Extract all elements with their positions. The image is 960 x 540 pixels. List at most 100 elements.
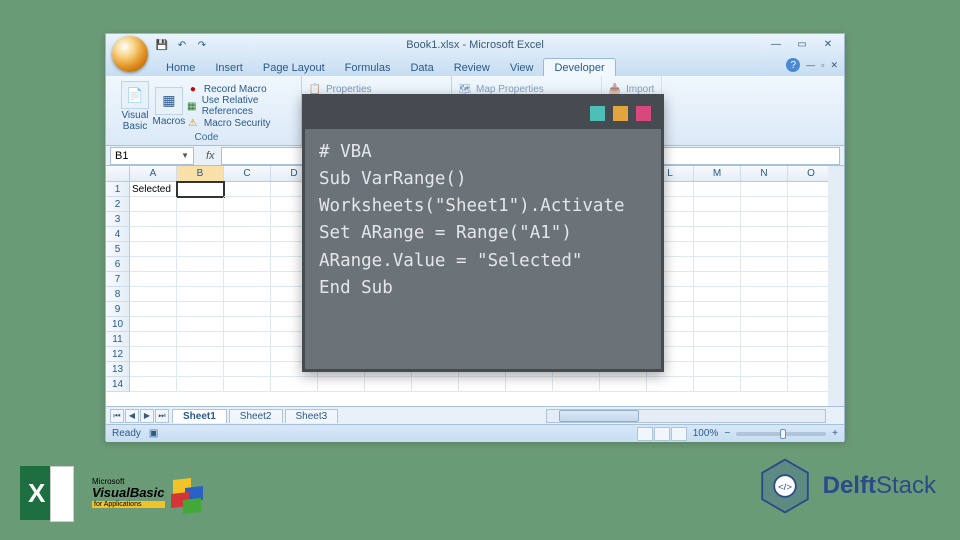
cell[interactable] [694, 302, 741, 317]
cell[interactable] [459, 377, 506, 392]
sheet-nav-next[interactable]: ▶ [140, 409, 154, 423]
fx-icon[interactable]: fx [206, 150, 215, 162]
row-header[interactable]: 14 [106, 377, 130, 392]
macros-button[interactable]: ▦ Macros [152, 79, 186, 132]
cell[interactable] [741, 197, 788, 212]
cell[interactable] [177, 257, 224, 272]
cell[interactable] [130, 362, 177, 377]
cell[interactable] [741, 302, 788, 317]
cell[interactable] [130, 257, 177, 272]
col-header-a[interactable]: A [130, 166, 177, 181]
cell[interactable] [694, 347, 741, 362]
cell[interactable] [130, 332, 177, 347]
cell[interactable] [177, 242, 224, 257]
cell[interactable] [224, 242, 271, 257]
cell[interactable] [600, 377, 647, 392]
undo-icon[interactable]: ↶ [174, 37, 190, 53]
cell[interactable] [271, 377, 318, 392]
zoom-thumb[interactable] [780, 429, 786, 439]
cell[interactable] [224, 182, 271, 197]
cell[interactable] [741, 347, 788, 362]
cell[interactable] [224, 362, 271, 377]
view-layout-button[interactable] [654, 427, 670, 441]
cell[interactable] [694, 362, 741, 377]
tab-view[interactable]: View [500, 59, 544, 76]
tab-data[interactable]: Data [400, 59, 443, 76]
row-header[interactable]: 10 [106, 317, 130, 332]
cell[interactable] [177, 272, 224, 287]
view-normal-button[interactable] [637, 427, 653, 441]
cell[interactable] [177, 362, 224, 377]
cell[interactable] [741, 317, 788, 332]
cell[interactable] [741, 257, 788, 272]
cell[interactable] [741, 377, 788, 392]
row-header[interactable]: 11 [106, 332, 130, 347]
cell[interactable] [177, 317, 224, 332]
cell[interactable] [224, 302, 271, 317]
cell[interactable] [177, 302, 224, 317]
cell[interactable] [694, 182, 741, 197]
cell[interactable] [130, 287, 177, 302]
cell[interactable] [224, 227, 271, 242]
cell[interactable] [694, 317, 741, 332]
cell[interactable] [130, 197, 177, 212]
view-break-button[interactable] [671, 427, 687, 441]
cell[interactable] [224, 272, 271, 287]
macro-security-button[interactable]: ⚠Macro Security [186, 115, 295, 131]
cell[interactable] [741, 287, 788, 302]
row-header[interactable]: 13 [106, 362, 130, 377]
cell[interactable] [694, 377, 741, 392]
col-header-c[interactable]: C [224, 166, 271, 181]
row-header[interactable]: 1 [106, 182, 130, 197]
use-relative-button[interactable]: ▦Use Relative References [186, 98, 295, 114]
cell[interactable] [694, 332, 741, 347]
col-header-b[interactable]: B [177, 166, 224, 181]
cell[interactable] [741, 272, 788, 287]
tab-insert[interactable]: Insert [205, 59, 253, 76]
tab-review[interactable]: Review [444, 59, 500, 76]
cell[interactable] [741, 362, 788, 377]
cell[interactable] [177, 212, 224, 227]
cell[interactable] [224, 287, 271, 302]
maximize-button[interactable]: ▭ [790, 36, 814, 52]
tab-formulas[interactable]: Formulas [335, 59, 401, 76]
cell[interactable] [365, 377, 412, 392]
tab-developer[interactable]: Developer [543, 58, 615, 76]
minimize-button[interactable]: — [764, 36, 788, 52]
col-header-n[interactable]: N [741, 166, 788, 181]
cell[interactable] [130, 377, 177, 392]
zoom-out-button[interactable]: − [724, 428, 730, 439]
cell[interactable] [130, 347, 177, 362]
row-header[interactable]: 5 [106, 242, 130, 257]
cell[interactable] [130, 272, 177, 287]
cell[interactable] [694, 272, 741, 287]
cell[interactable] [177, 347, 224, 362]
cell[interactable] [224, 257, 271, 272]
cell[interactable] [741, 212, 788, 227]
tab-home[interactable]: Home [156, 59, 205, 76]
cell[interactable] [177, 332, 224, 347]
cell[interactable]: Selected [130, 182, 177, 197]
select-all-corner[interactable] [106, 166, 130, 181]
row-header[interactable]: 4 [106, 227, 130, 242]
visual-basic-button[interactable]: 📄 Visual Basic [118, 79, 152, 132]
cell[interactable] [694, 212, 741, 227]
doc-close-button[interactable]: ✕ [830, 60, 838, 71]
cell[interactable] [177, 227, 224, 242]
cell[interactable] [694, 227, 741, 242]
row-header[interactable]: 3 [106, 212, 130, 227]
cell[interactable] [177, 287, 224, 302]
cell[interactable] [130, 242, 177, 257]
cell[interactable] [694, 197, 741, 212]
close-button[interactable]: ✕ [816, 36, 840, 52]
vertical-scrollbar[interactable] [828, 166, 844, 406]
sheet-nav-first[interactable]: ⏮ [110, 409, 124, 423]
doc-minimize-button[interactable]: — [806, 60, 815, 70]
cell[interactable] [741, 242, 788, 257]
cell[interactable] [741, 182, 788, 197]
cell[interactable] [647, 377, 694, 392]
name-box[interactable]: B1 ▼ [110, 147, 194, 165]
cell[interactable] [130, 227, 177, 242]
cell[interactable] [224, 317, 271, 332]
sheet-tab-3[interactable]: Sheet3 [285, 409, 339, 423]
